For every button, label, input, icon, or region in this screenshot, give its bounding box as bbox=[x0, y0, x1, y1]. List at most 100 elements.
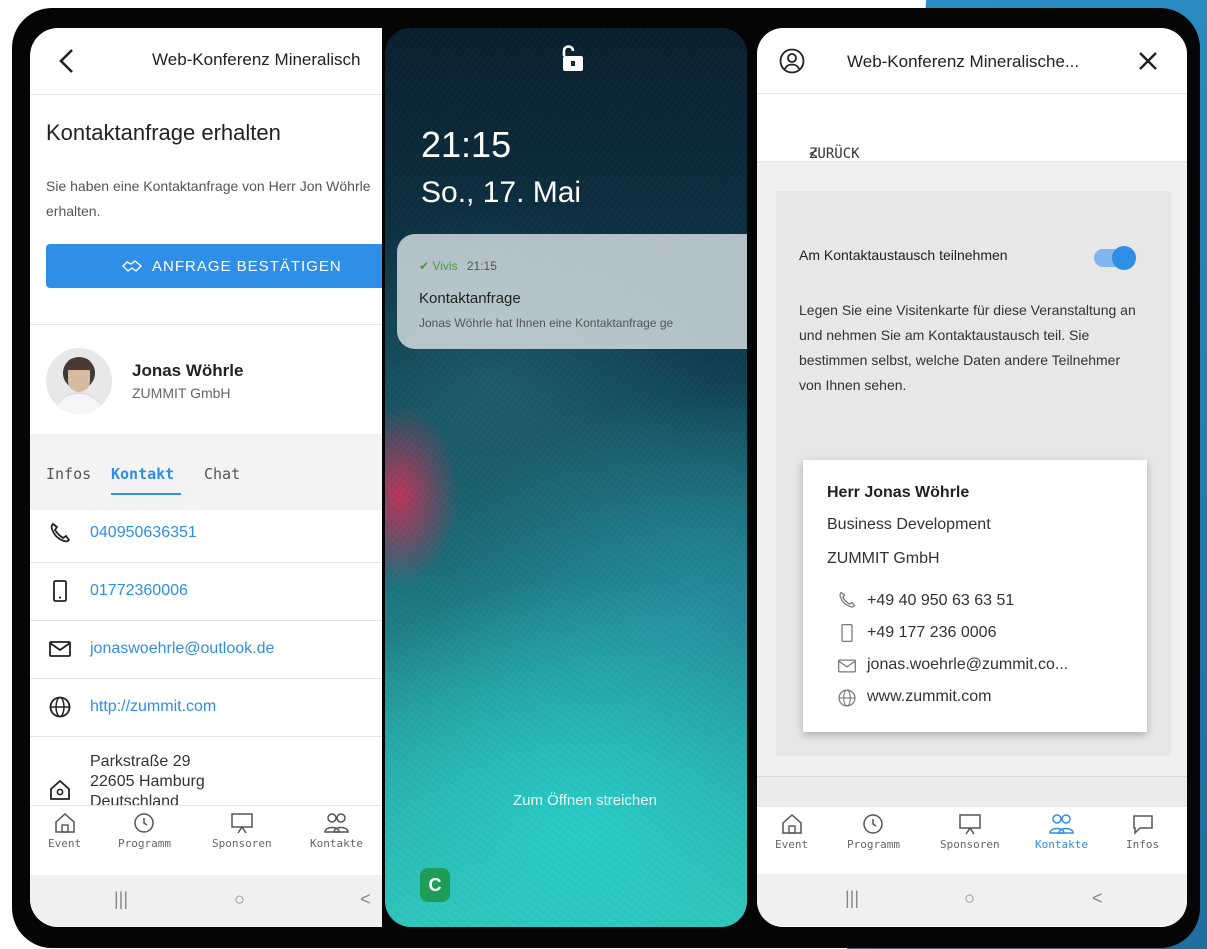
address-icon bbox=[50, 779, 70, 800]
back-button-icon[interactable]: < bbox=[1092, 888, 1103, 909]
back-button-icon[interactable]: < bbox=[360, 889, 371, 910]
home-icon bbox=[54, 812, 75, 833]
presentation-icon bbox=[959, 814, 981, 835]
contact-row-email[interactable]: jonaswoehrle@outlook.de bbox=[30, 621, 382, 679]
people-icon bbox=[1049, 814, 1075, 834]
nav-infos[interactable]: Infos bbox=[1126, 813, 1159, 851]
card-company: ZUMMIT GmbH bbox=[827, 550, 940, 567]
confirm-request-label: ANFRAGE BESTÄTIGEN bbox=[152, 257, 342, 275]
nav-sponsoren[interactable]: Sponsoren bbox=[212, 812, 272, 850]
user-icon[interactable] bbox=[779, 48, 805, 74]
divider bbox=[30, 324, 382, 325]
tab-chat[interactable]: Chat bbox=[204, 465, 240, 483]
request-message: Sie haben eine Kontaktanfrage von Herr J… bbox=[46, 178, 371, 219]
mail-icon bbox=[838, 659, 856, 673]
back-arrow-icon[interactable] bbox=[52, 44, 82, 78]
globe-icon bbox=[838, 689, 856, 707]
app-header: Web-Konferenz Mineralische... bbox=[757, 28, 1187, 94]
header-title: Web-Konferenz Mineralische... bbox=[847, 52, 1080, 71]
close-icon[interactable] bbox=[1137, 50, 1159, 72]
email-address[interactable]: jonaswoehrle@outlook.de bbox=[90, 640, 274, 658]
card-phone: +49 40 950 63 63 51 bbox=[867, 592, 1015, 609]
nav-programm-label: Programm bbox=[847, 838, 900, 851]
nav-event[interactable]: Event bbox=[775, 813, 808, 851]
people-icon bbox=[324, 813, 350, 833]
avatar bbox=[46, 348, 112, 414]
header-title: Web-Konferenz Mineralisch bbox=[152, 50, 361, 69]
clock-icon bbox=[134, 813, 155, 833]
phone-number[interactable]: 040950636351 bbox=[90, 524, 197, 542]
tab-bar: Infos Kontakt Chat bbox=[30, 434, 382, 510]
phone-icon bbox=[839, 591, 856, 608]
toggle-label: Am Kontaktaustausch teilnehmen bbox=[799, 247, 1008, 263]
nav-event-label: Event bbox=[48, 837, 82, 850]
toggle-knob bbox=[1112, 246, 1136, 270]
mobile-number[interactable]: 01772360006 bbox=[90, 582, 188, 600]
home-icon bbox=[781, 813, 802, 834]
card-website: www.zummit.com bbox=[867, 688, 992, 705]
card-email: jonas.woehrle@zummit.co... bbox=[867, 656, 1069, 673]
mobile-icon bbox=[841, 624, 853, 642]
contact-company: ZUMMIT GmbH bbox=[132, 385, 231, 401]
phone-contact-exchange: Web-Konferenz Mineralische... < ZURÜCK A… bbox=[757, 28, 1187, 927]
notification-body: Jonas Wöhrle hat Ihnen eine Kontaktanfra… bbox=[419, 316, 674, 330]
swipe-hint: Zum Öffnen streichen bbox=[513, 792, 657, 809]
nav-programm-label: Programm bbox=[118, 837, 171, 850]
card-role: Business Development bbox=[827, 516, 991, 533]
notification-card[interactable]: ✔ Vivis 21:15 Kontaktanfrage Jonas Wöhrl… bbox=[397, 234, 747, 349]
nav-kontakte-label: Kontakte bbox=[1035, 838, 1088, 851]
nav-event[interactable]: Event bbox=[48, 812, 81, 850]
home-button-icon[interactable]: ○ bbox=[964, 888, 975, 909]
notification-app: ✔ Vivis 21:15 bbox=[419, 259, 497, 273]
recent-apps-icon[interactable]: ||| bbox=[114, 889, 128, 910]
notification-time: 21:15 bbox=[466, 259, 497, 273]
nav-kontakte[interactable]: Kontakte bbox=[310, 812, 363, 850]
card-name: Herr Jonas Wöhrle bbox=[827, 484, 970, 501]
mail-icon bbox=[49, 641, 71, 657]
contact-row-website[interactable]: http://zummit.com bbox=[30, 679, 382, 737]
contact-exchange-toggle[interactable] bbox=[1094, 246, 1136, 270]
nav-sponsoren-label: Sponsoren bbox=[212, 837, 272, 850]
lock-time: 21:15 bbox=[421, 124, 512, 165]
phone-icon bbox=[50, 522, 71, 543]
recent-apps-icon[interactable]: ||| bbox=[845, 888, 859, 909]
nav-infos-label: Infos bbox=[1126, 838, 1160, 851]
contact-row-mobile[interactable]: 01772360006 bbox=[30, 563, 382, 621]
contact-row-phone[interactable]: 040950636351 bbox=[30, 505, 382, 563]
lock-date: So., 17. Mai bbox=[421, 176, 582, 209]
tab-kontakt[interactable]: Kontakt bbox=[111, 465, 174, 483]
back-link[interactable]: < ZURÜCK bbox=[757, 94, 1187, 162]
toggle-description: Legen Sie eine Visitenkarte für diese Ve… bbox=[799, 302, 1136, 393]
nav-programm[interactable]: Programm bbox=[847, 813, 900, 851]
back-label: ZURÜCK bbox=[809, 146, 860, 162]
contact-name: Jonas Wöhrle bbox=[132, 361, 244, 380]
system-navigation: ||| ○ < bbox=[757, 874, 1187, 926]
presentation-icon bbox=[231, 813, 253, 834]
mobile-icon bbox=[53, 580, 67, 602]
nav-kontakte[interactable]: Kontakte bbox=[1035, 813, 1088, 851]
clock-icon bbox=[863, 814, 884, 834]
tab-infos[interactable]: Infos bbox=[46, 465, 91, 483]
nav-kontakte-label: Kontakte bbox=[310, 837, 363, 850]
card-mobile: +49 177 236 0006 bbox=[867, 624, 997, 641]
notification-title: Kontaktanfrage bbox=[419, 290, 521, 307]
address-city: 22605 Hamburg bbox=[90, 773, 205, 790]
nav-sponsoren[interactable]: Sponsoren bbox=[940, 813, 1000, 851]
bottom-navigation: Event Programm Sponsoren Kontakte bbox=[30, 805, 382, 863]
active-tab-indicator bbox=[111, 493, 181, 495]
app-header: Web-Konferenz Mineralisch bbox=[30, 28, 382, 95]
globe-icon bbox=[49, 696, 71, 718]
website-link[interactable]: http://zummit.com bbox=[90, 698, 216, 716]
phone-contact-detail: Web-Konferenz Mineralisch Kontaktanfrage… bbox=[30, 28, 382, 927]
confirm-request-button[interactable]: ANFRAGE BESTÄTIGEN bbox=[46, 244, 382, 288]
nav-event-label: Event bbox=[775, 838, 809, 851]
notification-app-name: Vivis bbox=[432, 259, 458, 273]
app-shortcut-icon[interactable]: C bbox=[420, 868, 450, 902]
nav-programm[interactable]: Programm bbox=[118, 812, 171, 850]
unlock-icon bbox=[562, 45, 583, 71]
home-button-icon[interactable]: ○ bbox=[234, 889, 245, 910]
nav-sponsoren-label: Sponsoren bbox=[940, 838, 1000, 851]
phone-lock-screen: 21:15 So., 17. Mai ✔ Vivis 21:15 Kontakt… bbox=[385, 28, 747, 927]
page-title: Kontaktanfrage erhalten bbox=[46, 120, 281, 145]
system-navigation: ||| ○ < bbox=[30, 875, 382, 927]
